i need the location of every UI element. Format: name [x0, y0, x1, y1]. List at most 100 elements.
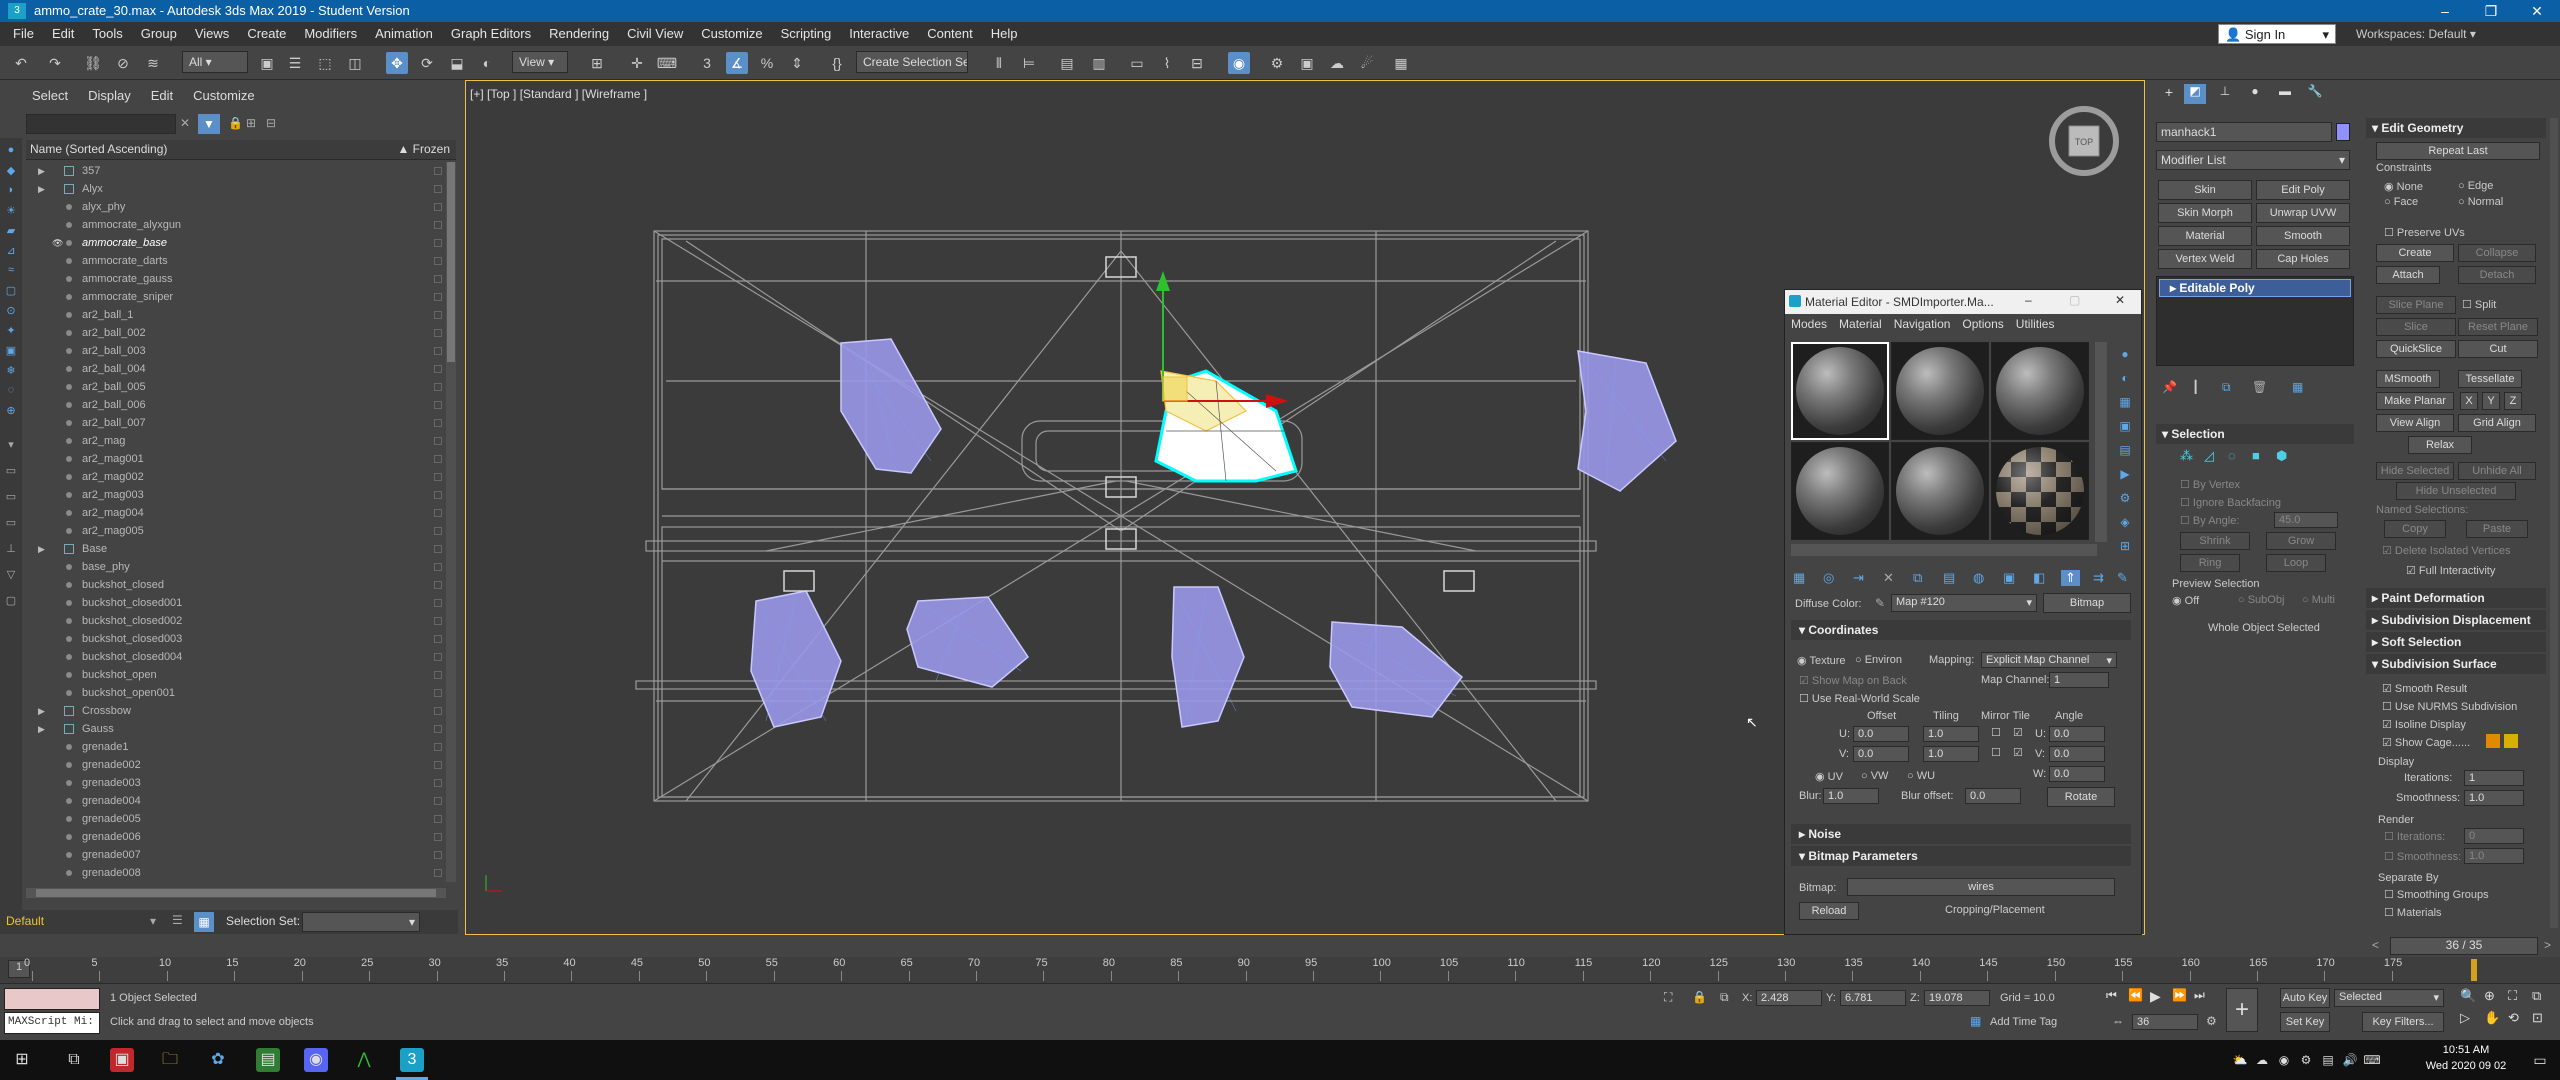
- render-gallery-icon[interactable]: ▦: [1390, 52, 1412, 74]
- tray-icon-2[interactable]: ☁: [2250, 1048, 2274, 1072]
- remove-modifier-icon[interactable]: 🗑: [2252, 380, 2267, 394]
- zoom-icon[interactable]: 🔍: [2460, 988, 2476, 1004]
- visibility-toggle-icon[interactable]: [52, 360, 64, 378]
- time-slider-next-icon[interactable]: >: [2544, 938, 2551, 952]
- go-to-start-icon[interactable]: ⏮: [2106, 988, 2117, 1003]
- freeze-toggle-icon[interactable]: [434, 779, 442, 787]
- stack-item-editable-poly[interactable]: ▸ Editable Poly: [2159, 279, 2351, 297]
- mat-menu-navigation[interactable]: Navigation: [1888, 314, 1957, 334]
- named-selection-dropdown[interactable]: Create Selection Se: [856, 51, 968, 73]
- visibility-toggle-icon[interactable]: [52, 666, 64, 684]
- menu-create[interactable]: Create: [238, 22, 295, 45]
- grid-align-button[interactable]: Grid Align: [2458, 414, 2536, 432]
- clock-date[interactable]: Wed 2020 09 02: [2410, 1060, 2522, 1072]
- visibility-toggle-icon[interactable]: [52, 468, 64, 486]
- get-material-icon[interactable]: ▦: [1793, 570, 1805, 586]
- scene-row[interactable]: ammocrate_gauss: [26, 270, 446, 288]
- hierarchy-icon[interactable]: ⊥: [3, 542, 19, 558]
- ignore-backfacing-checkbox[interactable]: ☐ Ignore Backfacing: [2180, 496, 2281, 509]
- display-containers-icon[interactable]: ▣: [3, 344, 19, 360]
- orbit-icon[interactable]: ⟲: [2508, 1010, 2519, 1026]
- freeze-toggle-icon[interactable]: [434, 527, 442, 535]
- scene-row[interactable]: ammocrate_darts: [26, 252, 446, 270]
- scene-row[interactable]: ar2_mag003: [26, 486, 446, 504]
- materials-checkbox[interactable]: ☐ Materials: [2384, 906, 2442, 919]
- visibility-toggle-icon[interactable]: [52, 432, 64, 450]
- scene-row[interactable]: buckshot_closed002: [26, 612, 446, 630]
- freeze-toggle-icon[interactable]: [434, 833, 442, 841]
- visibility-toggle-icon[interactable]: [52, 648, 64, 666]
- x-coord-input[interactable]: 2.428: [1756, 990, 1822, 1006]
- display-geometry-icon[interactable]: ◆: [3, 164, 19, 180]
- create-tab-icon[interactable]: +: [2158, 84, 2180, 100]
- wu-radio[interactable]: ○ WU: [1907, 770, 1935, 782]
- blur-input[interactable]: 1.0: [1823, 788, 1879, 804]
- material-slot-4[interactable]: [1791, 442, 1889, 540]
- scene-row[interactable]: buckshot_closed: [26, 576, 446, 594]
- name-column-header[interactable]: Name (Sorted Ascending): [30, 142, 167, 156]
- display-frozen-icon[interactable]: ❄: [3, 364, 19, 380]
- u-mirror-checkbox[interactable]: ☐: [1991, 726, 2001, 739]
- scene-row[interactable]: ▶ 357: [26, 162, 446, 180]
- visibility-toggle-icon[interactable]: [52, 162, 64, 180]
- key-mode-toggle-icon[interactable]: ⇔: [2112, 1014, 2124, 1028]
- freeze-toggle-icon[interactable]: [434, 689, 442, 697]
- render-smoothness-input[interactable]: 1.0: [2464, 848, 2524, 864]
- select-move-icon[interactable]: ✥: [386, 52, 408, 74]
- scene-row[interactable]: ▶ Gauss: [26, 720, 446, 738]
- freeze-toggle-icon[interactable]: [434, 707, 442, 715]
- relax-button[interactable]: Relax: [2408, 436, 2472, 454]
- go-to-parent-icon[interactable]: ⇑: [2061, 570, 2080, 586]
- detach-button[interactable]: Detach: [2458, 266, 2536, 284]
- key-mode-dropdown[interactable]: Selected ▾: [2334, 989, 2444, 1007]
- full-interactivity-checkbox[interactable]: ☑ Full Interactivity: [2406, 564, 2495, 577]
- scene-row[interactable]: ▶ Crossbow: [26, 702, 446, 720]
- make-preview-icon[interactable]: ▶: [2113, 462, 2137, 486]
- freeze-toggle-icon[interactable]: [434, 761, 442, 769]
- maxscript-listener-top[interactable]: [4, 988, 100, 1010]
- scene-row[interactable]: buckshot_closed003: [26, 630, 446, 648]
- u-angle-input[interactable]: 0.0: [2049, 726, 2105, 742]
- visibility-toggle-icon[interactable]: [52, 558, 64, 576]
- field-of-view-icon[interactable]: ▷: [2460, 1010, 2470, 1026]
- planar-z-button[interactable]: Z: [2504, 392, 2522, 410]
- layer-explorer-icon[interactable]: ▥: [1088, 52, 1110, 74]
- collapse-button[interactable]: Collapse: [2458, 244, 2536, 262]
- display-lights-icon[interactable]: ☀: [3, 204, 19, 220]
- add-time-tag[interactable]: Add Time Tag: [1990, 1016, 2057, 1028]
- view-align-button[interactable]: View Align: [2376, 414, 2454, 432]
- map-name-input[interactable]: Map #120 ▾: [1891, 594, 2037, 612]
- put-to-scene-icon[interactable]: ◎: [1823, 570, 1834, 586]
- display-children-icon[interactable]: ▢: [3, 594, 19, 610]
- absolute-mode-icon[interactable]: ⧉: [1720, 990, 1729, 1005]
- tray-icon-4[interactable]: ⚙: [2294, 1048, 2318, 1072]
- nurms-checkbox[interactable]: ☐ Use NURMS Subdivision: [2382, 700, 2517, 713]
- freeze-toggle-icon[interactable]: [434, 221, 442, 229]
- select-object-icon[interactable]: ▣: [256, 52, 278, 74]
- y-coord-input[interactable]: 6.781: [1840, 990, 1906, 1006]
- angle-snap-icon[interactable]: ∡: [726, 52, 748, 74]
- display-hidden-icon[interactable]: ◌: [3, 384, 19, 400]
- map-channel-input[interactable]: 1: [2049, 672, 2109, 688]
- constraint-none-radio[interactable]: ◉ None: [2384, 180, 2423, 193]
- scene-row[interactable]: grenade008: [26, 864, 446, 882]
- soft-selection-rollout[interactable]: ▸ Soft Selection: [2366, 632, 2546, 652]
- subdivision-displacement-rollout[interactable]: ▸ Subdivision Displacement: [2366, 610, 2546, 630]
- freeze-toggle-icon[interactable]: [434, 815, 442, 823]
- copy-button[interactable]: Copy: [2384, 520, 2446, 538]
- uv-radio[interactable]: ◉ UV: [1815, 770, 1843, 783]
- unwrap-uvw-button[interactable]: Unwrap UVW: [2256, 203, 2350, 223]
- border-level-icon[interactable]: ◌: [2228, 448, 2236, 463]
- visibility-toggle-icon[interactable]: [52, 864, 64, 882]
- skin-morph-button[interactable]: Skin Morph: [2158, 203, 2252, 223]
- edit-named-selection-icon[interactable]: {}: [826, 52, 848, 74]
- link-icon[interactable]: ⛓: [82, 52, 104, 74]
- scene-row[interactable]: ar2_mag: [26, 432, 446, 450]
- rect-selection-icon[interactable]: ⬚: [314, 52, 336, 74]
- mat-menu-material[interactable]: Material: [1833, 314, 1888, 334]
- freeze-toggle-icon[interactable]: [434, 401, 442, 409]
- pin-stack-icon[interactable]: 📌: [2162, 380, 2177, 394]
- task-view-icon[interactable]: ⧉: [62, 1048, 86, 1072]
- freeze-toggle-icon[interactable]: [434, 599, 442, 607]
- rendered-frame-window-icon[interactable]: ▣: [1296, 52, 1318, 74]
